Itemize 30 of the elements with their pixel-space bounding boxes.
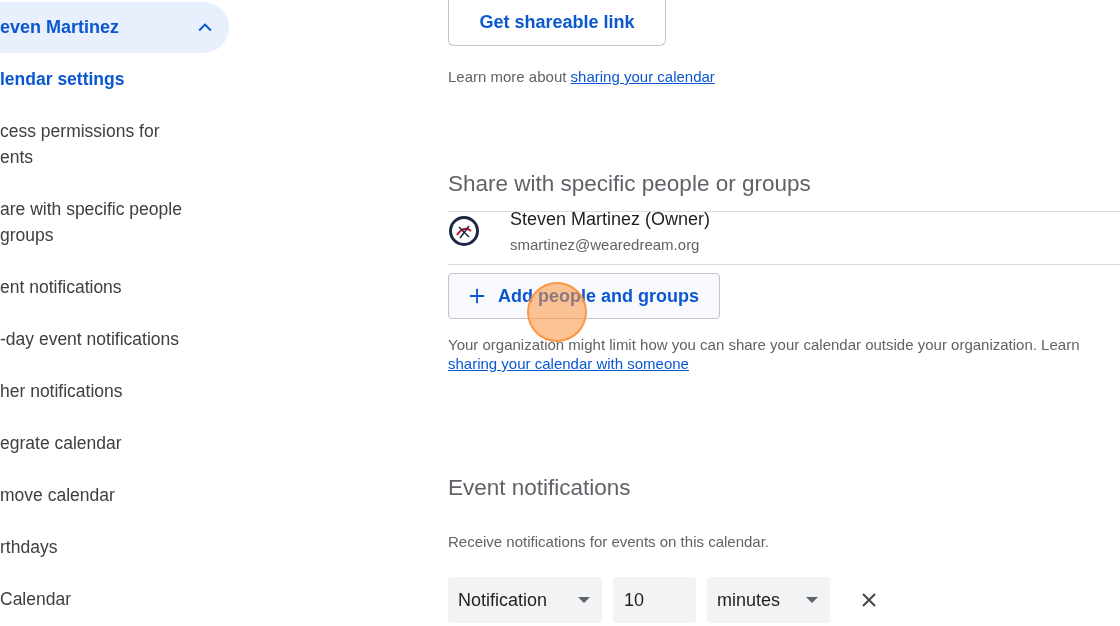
section-heading: Share with specific people or groups	[448, 171, 812, 197]
shareable-link-button[interactable]: Get shareable link	[448, 0, 666, 46]
notifications-description: Receive notifications for events on this calendar.	[448, 533, 770, 550]
person-email: smartinez@wearedream.org	[510, 236, 701, 253]
sidebar-item[interactable]: move calendar	[0, 469, 229, 521]
sidebar-item[interactable]: rthdays	[0, 521, 229, 573]
close-icon[interactable]	[861, 592, 877, 608]
sidebar-item[interactable]: lendar settings	[0, 53, 229, 105]
sidebar-item[interactable]: -day event notifications	[0, 313, 229, 365]
caret-icon	[578, 597, 590, 603]
person-name: Steven Martinez (Owner)	[510, 209, 711, 230]
sharing-link[interactable]: sharing your calendar	[570, 68, 715, 85]
sidebar-item[interactable]: Calendar	[0, 573, 229, 625]
sidebar-item[interactable]: egrate calendar	[0, 417, 229, 469]
avatar-icon	[448, 215, 480, 247]
notification-type-dropdown[interactable]: Notification	[448, 577, 602, 623]
sidebar-item[interactable]: her notifications	[0, 365, 229, 417]
minutes-field[interactable]: 10	[613, 577, 696, 623]
sharing-help-link[interactable]: sharing your calendar with someone	[448, 355, 689, 372]
add-people-button[interactable]: Add people and groups	[448, 273, 720, 319]
caret-icon	[806, 597, 818, 603]
calendar-header[interactable]: even Martinez	[0, 2, 229, 53]
plus-icon	[468, 287, 486, 305]
section-heading: Event notifications	[448, 475, 632, 501]
organization-note: Your organization might limit how you can share your calendar outside your organization. Learn sharing your calendar with someone	[448, 335, 1081, 373]
sidebar-item[interactable]: ent notifications	[0, 261, 229, 313]
learn-more-text: Learn more about sharing your calendar	[448, 68, 716, 85]
time-unit-dropdown[interactable]: minutes	[707, 577, 830, 623]
sidebar-item[interactable]: are with specific people groups	[0, 183, 229, 261]
sidebar-item[interactable]: cess permissions for ents	[0, 105, 229, 183]
